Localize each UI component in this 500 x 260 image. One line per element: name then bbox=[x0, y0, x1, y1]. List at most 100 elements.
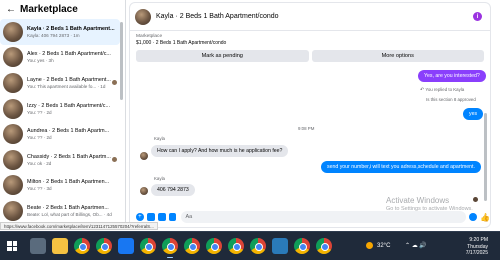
chrome-icon[interactable] bbox=[184, 238, 200, 254]
message-input[interactable]: Aa bbox=[181, 211, 467, 223]
chat-avatar[interactable] bbox=[135, 8, 151, 25]
clock-date: 7/17/2025 bbox=[465, 250, 488, 256]
sidebar-title: Marketplace bbox=[20, 3, 78, 15]
screen: ← Marketplace Kayla · 2 Beds 1 Bath Apar… bbox=[0, 0, 500, 260]
message-bubble-incoming[interactable]: How can I apply? And how much is he appl… bbox=[151, 145, 289, 157]
chrome-icon[interactable] bbox=[206, 238, 222, 254]
chrome-icon[interactable] bbox=[96, 238, 112, 254]
conversation-name: Alex · 2 Beds 1 Bath Apartment/c... bbox=[27, 51, 111, 58]
info-icon[interactable]: i bbox=[473, 12, 482, 21]
message-bubble-incoming[interactable]: 406 794 2873 bbox=[151, 184, 195, 196]
conversation-preview: You: ?? · 2d bbox=[27, 109, 52, 115]
chrome-icon[interactable] bbox=[294, 238, 310, 254]
mail-icon[interactable] bbox=[272, 238, 288, 254]
conversation-name: Izzy · 2 Beds 1 Bath Apartment/c... bbox=[27, 102, 110, 109]
conversation-list: Kayla · 2 Beds 1 Bath Apartment... Kayla… bbox=[0, 19, 120, 224]
chrome-icon[interactable] bbox=[162, 238, 178, 258]
conversation-name: Layne · 2 Beds 1 Bath Apartment... bbox=[27, 76, 111, 83]
chrome-icon[interactable] bbox=[140, 238, 156, 254]
listing-thumbnail bbox=[3, 124, 23, 145]
activation-watermark: Activate Windows Go to Settings to activ… bbox=[386, 196, 473, 212]
message-timestamp: 9:08 PM bbox=[298, 126, 315, 131]
watermark-title: Activate Windows bbox=[386, 196, 450, 205]
conversation-item[interactable]: Chassidy · 2 Beds 1 Bath Apartm... You: … bbox=[0, 147, 120, 173]
taskbar-clock[interactable]: 9:20 PM Thursday 7/17/2025 bbox=[452, 237, 488, 257]
gif-icon[interactable] bbox=[168, 213, 177, 221]
conversation-preview: You: ok · 2d bbox=[27, 160, 52, 166]
seen-avatar bbox=[473, 197, 478, 202]
chrome-icon[interactable] bbox=[250, 238, 266, 254]
conversation-item[interactable]: Aundrea · 2 Beds 1 Bath Apartm... You: ?… bbox=[0, 121, 120, 147]
conversation-name: Beate · 2 Beds 1 Bath Apartmen... bbox=[27, 204, 109, 211]
thumbs-up-icon[interactable]: 👍 bbox=[480, 213, 490, 222]
listing-label: Marketplace bbox=[136, 34, 163, 39]
back-arrow-icon[interactable]: ← bbox=[4, 2, 18, 16]
sender-name: Kayla bbox=[154, 176, 165, 181]
message-bubble-outgoing[interactable]: yes bbox=[463, 108, 484, 120]
listing-thumbnail bbox=[3, 21, 23, 42]
listing-actions: Mark as pending More options bbox=[136, 50, 484, 62]
conversation-preview: You: yes · 3h bbox=[27, 58, 54, 64]
listing-thumbnail bbox=[3, 149, 23, 170]
conversation-preview: Kayla: 406 794 2873 · 1m bbox=[27, 32, 80, 38]
sender-avatar bbox=[140, 152, 148, 160]
watermark-subtitle: Go to Settings to activate Windows. bbox=[386, 206, 473, 212]
conversation-name: Chassidy · 2 Beds 1 Bath Apartm... bbox=[27, 153, 111, 160]
message-bubble-outgoing[interactable]: Yes, are you interested? bbox=[418, 70, 486, 82]
sender-name: Kayla bbox=[154, 136, 165, 141]
conversation-item[interactable]: Beate · 2 Beds 1 Bath Apartmen... Beate:… bbox=[0, 198, 120, 224]
sidebar-scrollbar[interactable] bbox=[120, 22, 123, 100]
emoji-icon[interactable] bbox=[469, 213, 478, 221]
chrome-icon[interactable] bbox=[228, 238, 244, 254]
sender-avatar bbox=[140, 187, 148, 195]
plus-icon[interactable]: + bbox=[136, 213, 144, 221]
facebook-icon[interactable] bbox=[118, 238, 134, 254]
sidebar-header: ← Marketplace bbox=[0, 0, 126, 18]
sidebar: ← Marketplace Kayla · 2 Beds 1 Bath Apar… bbox=[0, 0, 126, 230]
seen-avatar bbox=[112, 156, 117, 162]
listing-thumbnail bbox=[3, 72, 23, 93]
sticker-icon[interactable] bbox=[157, 213, 166, 221]
listing-summary: Marketplace $1,000 · 2 Beds 1 Bath Apart… bbox=[136, 34, 226, 46]
conversation-name: Milton · 2 Beds 1 Bath Apartmen... bbox=[27, 179, 110, 186]
chat-panel: Kayla · 2 Beds 1 Bath Apartment/condo i … bbox=[129, 2, 491, 228]
conversation-item[interactable]: Layne · 2 Beds 1 Bath Apartment... You: … bbox=[0, 70, 120, 96]
url-status-bar: https://www.facebook.com/marketplace/ite… bbox=[0, 222, 158, 230]
message-thread: Yes, are you interested? ↶ You replied t… bbox=[130, 65, 490, 205]
conversation-preview: You: ?? · 2d bbox=[27, 135, 52, 141]
conversation-preview: Beate: Lol, what part of Billings, Ob...… bbox=[27, 211, 112, 217]
more-options-button[interactable]: More options bbox=[311, 50, 484, 62]
listing-thumbnail bbox=[3, 175, 23, 196]
conversation-preview: You: This apartment available fo... · 1d bbox=[27, 83, 106, 89]
message-bubble-outgoing[interactable]: send your number,i will text you adress,… bbox=[321, 161, 481, 173]
task-view-icon[interactable] bbox=[30, 238, 46, 254]
reply-icon: ↶ bbox=[420, 87, 425, 93]
chrome-icon[interactable] bbox=[74, 238, 90, 254]
conversation-item[interactable]: Alex · 2 Beds 1 Bath Apartment/c... You:… bbox=[0, 45, 120, 71]
chat-title[interactable]: Kayla · 2 Beds 1 Bath Apartment/condo bbox=[156, 13, 279, 20]
taskbar: 32°C ⌃ ☁ 🔊 9:20 PM Thursday 7/17/2025 bbox=[0, 231, 500, 260]
file-explorer-icon[interactable] bbox=[52, 238, 68, 254]
weather-widget[interactable]: 32°C bbox=[366, 242, 390, 249]
conversation-name: Kayla · 2 Beds 1 Bath Apartment... bbox=[27, 25, 115, 32]
chat-header: Kayla · 2 Beds 1 Bath Apartment/condo i bbox=[130, 3, 490, 31]
image-icon[interactable] bbox=[146, 213, 155, 221]
listing-thumbnail bbox=[3, 47, 23, 68]
listing-thumbnail bbox=[3, 98, 23, 119]
conversation-name: Aundrea · 2 Beds 1 Bath Apartm... bbox=[27, 128, 110, 135]
reply-meta: ↶ You replied to Kayla bbox=[420, 87, 465, 93]
system-tray[interactable]: ⌃ ☁ 🔊 bbox=[405, 242, 427, 249]
chrome-icon[interactable] bbox=[316, 238, 332, 254]
weather-temperature: 32°C bbox=[377, 242, 391, 249]
conversation-item[interactable]: Izzy · 2 Beds 1 Bath Apartment/c... You:… bbox=[0, 96, 120, 122]
listing-thumbnail bbox=[3, 200, 23, 221]
conversation-item[interactable]: Milton · 2 Beds 1 Bath Apartmen... You: … bbox=[0, 173, 120, 199]
chat-scrollbar[interactable] bbox=[484, 113, 487, 201]
seen-avatar bbox=[112, 80, 117, 86]
start-button-icon[interactable] bbox=[7, 241, 17, 251]
conversation-item[interactable]: Kayla · 2 Beds 1 Bath Apartment... Kayla… bbox=[0, 19, 120, 45]
listing-price[interactable]: $1,000 · 2 Beds 1 Bath Apartment/condo bbox=[136, 40, 226, 46]
mark-as-pending-button[interactable]: Mark as pending bbox=[136, 50, 309, 62]
conversation-preview: You: ?? · 3d bbox=[27, 186, 52, 192]
sun-icon bbox=[366, 242, 373, 249]
